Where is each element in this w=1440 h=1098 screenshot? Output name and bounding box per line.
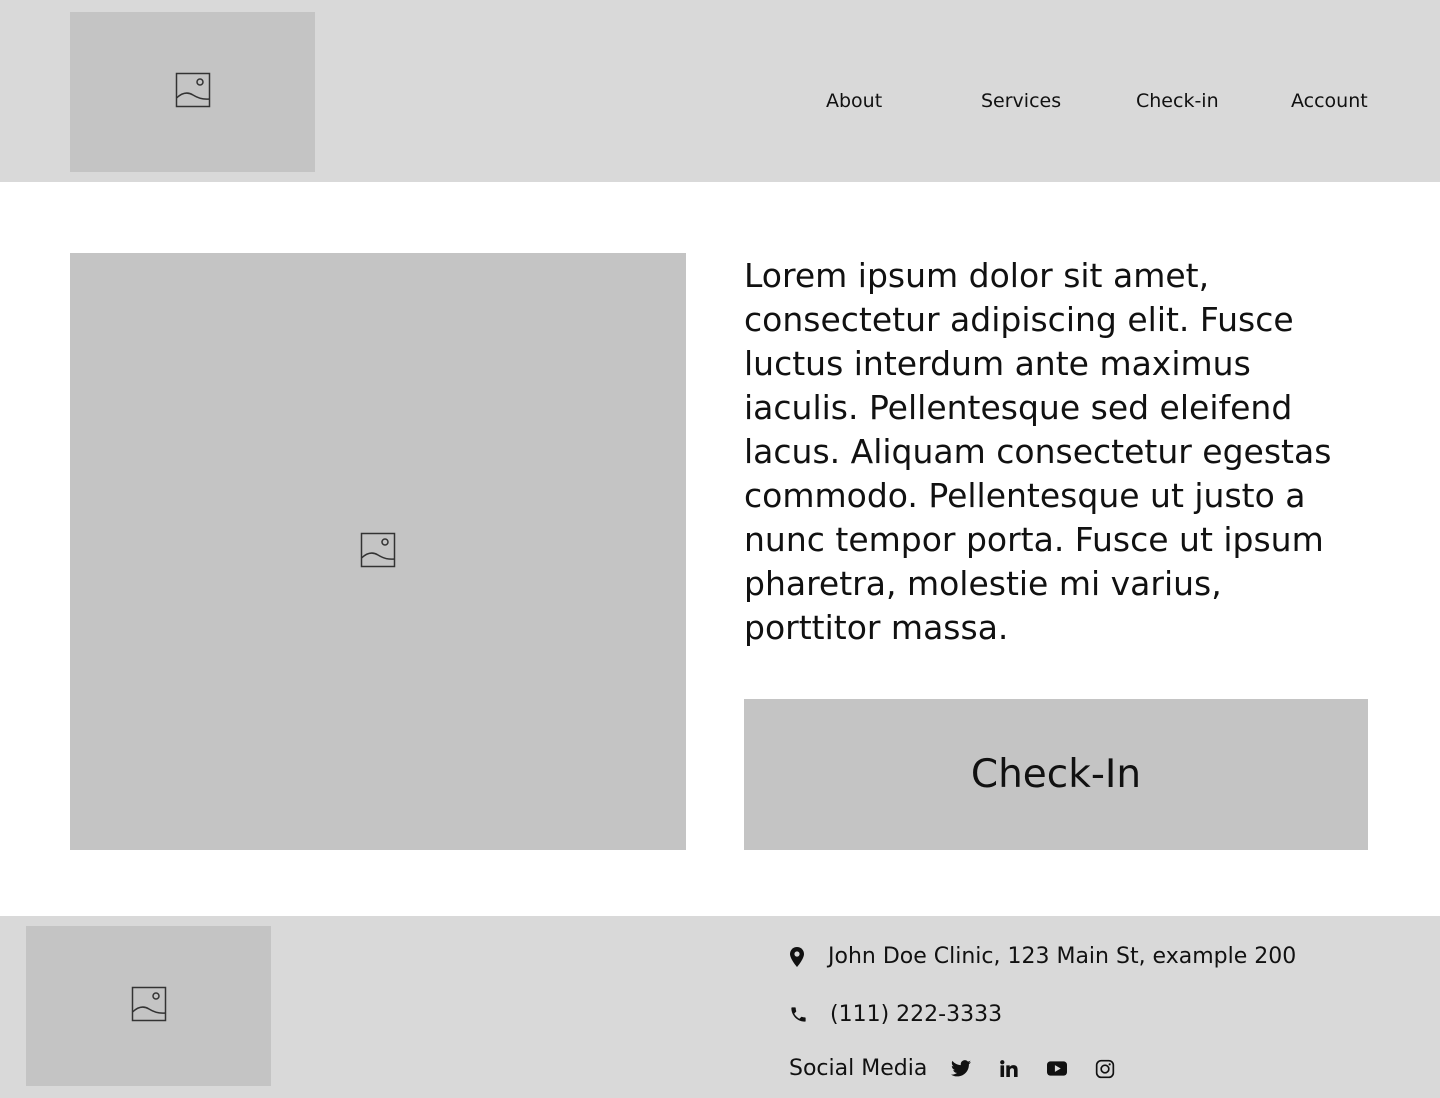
hero-image [70, 253, 686, 850]
check-in-button[interactable]: Check-In [744, 699, 1368, 850]
site-header: About Services Check-in Account [0, 0, 1440, 182]
address-text: John Doe Clinic, 123 Main St, example 20… [828, 944, 1297, 969]
phone-text[interactable]: (111) 222-3333 [830, 1002, 1002, 1027]
instagram-icon[interactable] [1093, 1057, 1117, 1081]
image-placeholder-icon [175, 72, 211, 112]
footer-address: John Doe Clinic, 123 Main St, example 20… [788, 944, 1296, 969]
footer-social: Social Media [789, 1056, 1117, 1081]
twitter-icon[interactable] [949, 1057, 973, 1081]
footer-phone: (111) 222-3333 [788, 1002, 1002, 1027]
nav-check-in[interactable]: Check-in [1136, 88, 1219, 114]
social-media-label: Social Media [789, 1056, 928, 1081]
location-pin-icon [788, 946, 806, 967]
footer-logo[interactable] [26, 926, 271, 1086]
phone-icon [788, 1005, 808, 1024]
nav-services[interactable]: Services [981, 88, 1061, 114]
header-logo[interactable] [70, 12, 315, 172]
image-placeholder-icon [131, 986, 167, 1026]
image-placeholder-icon [360, 532, 396, 572]
site-footer: John Doe Clinic, 123 Main St, example 20… [0, 916, 1440, 1098]
nav-about[interactable]: About [826, 88, 882, 114]
youtube-icon[interactable] [1045, 1057, 1069, 1081]
nav-account[interactable]: Account [1291, 88, 1368, 114]
hero-description: Lorem ipsum dolor sit amet, consectetur … [744, 256, 1332, 647]
linkedin-icon[interactable] [997, 1057, 1021, 1081]
